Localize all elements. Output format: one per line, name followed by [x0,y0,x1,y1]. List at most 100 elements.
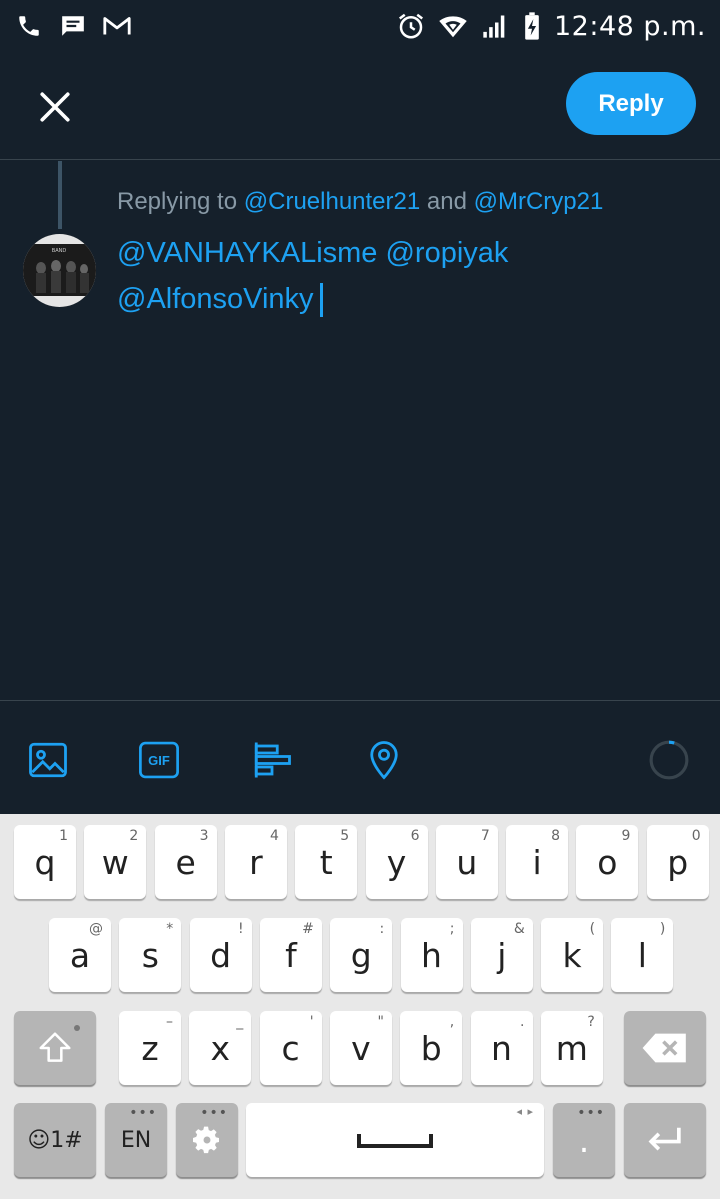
key-i[interactable]: i8 [506,825,569,899]
key-o[interactable]: o9 [576,825,639,899]
key-secondary-label: 7 [480,828,490,844]
key-q[interactable]: q1 [14,825,76,899]
key-a[interactable]: a @ [49,918,111,992]
replying-user-link[interactable]: @Cruelhunter21 [244,188,420,215]
reply-button[interactable]: Reply [566,72,696,135]
key-f[interactable]: f # [259,918,322,992]
key-z[interactable]: z – [119,1011,181,1085]
key-x[interactable]: x _ [189,1011,252,1085]
gif-text: GIF [148,752,170,768]
key-label: d [210,935,232,975]
key-label: u [456,842,478,882]
enter-key[interactable] [624,1103,706,1177]
key-secondary-label: # [302,921,314,937]
key-label: s [141,935,159,975]
message-icon [58,11,88,41]
key-label: k [562,935,582,975]
key-v[interactable]: v " [329,1011,392,1085]
key-secondary-label: ' [309,1014,314,1030]
key-t[interactable]: t5 [295,825,358,899]
key-secondary-label: : [379,921,385,937]
key-label: c [281,1028,300,1068]
compose-header: Reply [0,52,720,160]
add-poll-button[interactable] [249,737,295,783]
add-location-button[interactable] [361,737,407,783]
key-secondary-label: ; [449,921,455,937]
key-secondary-label: . [520,1014,525,1030]
compose-line: @VANHAYKALisme @ropiyak [117,237,509,269]
period-key[interactable]: •••. [553,1103,615,1177]
period-label: . [578,1120,590,1160]
key-s[interactable]: s * [119,918,182,992]
key-b[interactable]: b, [400,1011,463,1085]
key-label: l [637,935,647,975]
status-bar: 12:48 p.m. [0,0,720,52]
key-h[interactable]: h; [400,918,463,992]
key-label: y [386,842,407,882]
key-secondary-label: ? [587,1014,595,1030]
add-image-button[interactable] [25,737,71,783]
character-count-ring [646,737,692,783]
key-label: o [597,842,618,882]
key-y[interactable]: y6 [365,825,428,899]
svg-text:BAND: BAND [52,248,67,254]
settings-key[interactable]: ••• [176,1103,238,1177]
key-r[interactable]: r4 [224,825,287,899]
shift-key[interactable] [14,1011,96,1085]
phone-icon [14,11,44,41]
key-label: q [34,842,56,882]
key-m[interactable]: m? [540,1011,603,1085]
gmail-icon [102,11,132,41]
thread-line [58,161,62,229]
key-w[interactable]: w2 [84,825,147,899]
text-cursor [319,283,323,318]
space-icon [357,1134,433,1148]
more-dots: ••• [577,1105,605,1121]
key-g[interactable]: g: [330,918,393,992]
wifi-icon [438,11,468,41]
alarm-icon [396,11,426,41]
key-u[interactable]: u7 [435,825,498,899]
image-icon [29,742,67,778]
key-label: v [351,1028,371,1068]
compose-textarea[interactable]: @VANHAYKALisme @ropiyak @AlfonsoVinky [117,230,677,322]
compose-line: @AlfonsoVinky [117,283,314,315]
shift-indicator [74,1025,80,1031]
more-dots: ••• [200,1105,228,1121]
key-secondary-label: ! [237,921,244,937]
key-label: r [249,842,263,882]
replying-prefix: Replying to [117,188,244,215]
signal-icon [480,11,510,41]
key-label: f [285,935,297,975]
key-j[interactable]: j & [470,918,533,992]
compose-toolbar: GIF [0,700,720,814]
key-label: t [319,842,333,882]
key-label: p [667,842,689,882]
replying-user-link[interactable]: @MrCryp21 [474,188,604,215]
key-e[interactable]: e3 [154,825,217,899]
key-l[interactable]: l) [611,918,674,992]
close-button[interactable] [30,82,80,132]
compose-line-last: @AlfonsoVinky [117,276,677,322]
key-secondary-label: * [166,921,174,937]
emoji-symbols-key[interactable]: ☺1# [14,1103,96,1177]
space-key[interactable]: ◂ ▸ [246,1103,544,1177]
key-secondary-label: 6 [410,828,420,844]
gear-icon [193,1126,219,1154]
key-k[interactable]: k( [541,918,604,992]
backspace-icon [642,1033,686,1063]
backspace-key[interactable] [624,1011,706,1085]
avatar[interactable]: BAND [23,234,96,307]
key-n[interactable]: n. [470,1011,533,1085]
key-label: e [175,842,196,882]
language-key[interactable]: ••• EN [105,1103,167,1177]
add-gif-button[interactable]: GIF [136,737,182,783]
key-secondary-label: 9 [621,828,631,844]
key-c[interactable]: c ' [259,1011,322,1085]
key-secondary-label: _ [236,1014,244,1030]
key-secondary-label: 0 [691,828,701,844]
key-p[interactable]: p0 [646,825,709,899]
key-d[interactable]: d! [189,918,252,992]
key-label: x [210,1028,231,1068]
key-label: z [141,1028,159,1068]
